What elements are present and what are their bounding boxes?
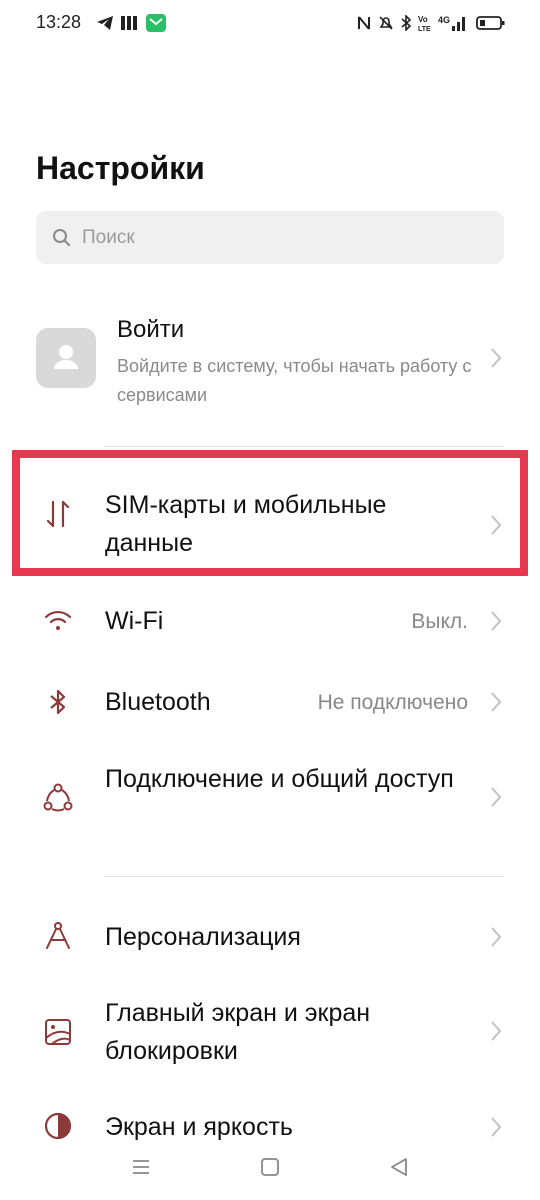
item-label: Wi-Fi [105, 607, 164, 635]
signal-4g-icon: 4G [438, 14, 468, 32]
bluetooth-icon [42, 686, 74, 718]
status-bar: 13:28 Vo LTE 4G [0, 0, 540, 46]
item-label: Главный экран и экран блокировки [105, 999, 371, 1065]
svg-text:Vo: Vo [418, 15, 428, 24]
menu-icon[interactable] [130, 1156, 152, 1178]
display-brightness-icon [42, 1110, 74, 1140]
back-icon[interactable] [388, 1156, 410, 1178]
connection-sharing-icon [42, 782, 74, 814]
section-divider [104, 446, 504, 447]
chevron-right-icon [488, 1020, 504, 1042]
chevron-right-icon [488, 691, 504, 713]
personalization-compass-icon [42, 920, 74, 952]
user-placeholder-icon [54, 345, 78, 369]
battery-icon [476, 14, 506, 32]
home-lock-screen-icon [42, 1016, 74, 1048]
mail-notification-icon [146, 14, 166, 32]
app-notification-icon [120, 14, 138, 32]
search-icon [52, 228, 72, 248]
settings-item-personalization[interactable]: Персонализация [0, 906, 540, 968]
item-label: Экран и яркость [105, 1113, 293, 1140]
settings-item-display-brightness[interactable]: Экран и яркость [0, 1098, 540, 1140]
item-value: Не подключено [317, 691, 468, 714]
chevron-right-icon [488, 1116, 504, 1138]
account-title: Войти [117, 316, 185, 343]
highlight-frame [12, 450, 528, 576]
telegram-icon [96, 14, 114, 32]
search-input[interactable] [82, 225, 482, 251]
settings-item-connection-sharing[interactable]: Подключение и общий доступ [0, 752, 540, 852]
item-label: Персонализация [105, 923, 301, 951]
settings-item-home-lock-screen[interactable]: Главный экран и экран блокировки [0, 986, 540, 1086]
network-type-label: 4G [438, 15, 450, 25]
search-bar[interactable] [36, 211, 504, 264]
home-icon[interactable] [259, 1156, 281, 1178]
account-subtitle: Войдите в систему, чтобы начать работу с… [117, 356, 472, 405]
wifi-icon [42, 606, 74, 638]
bluetooth-status-icon [400, 14, 412, 32]
page-title: Настройки [36, 150, 205, 186]
settings-item-wifi[interactable]: Wi-Fi Выкл. [0, 592, 540, 652]
section-divider [104, 876, 504, 877]
navigation-bar [0, 1140, 540, 1200]
mute-bell-icon [378, 14, 394, 32]
account-sign-in-item[interactable]: Войти Войдите в систему, чтобы начать ра… [0, 300, 540, 430]
status-time: 13:28 [36, 12, 82, 32]
chevron-right-icon [488, 926, 504, 948]
avatar [36, 328, 96, 388]
item-label: Подключение и общий доступ [105, 765, 454, 793]
volte-icon: Vo LTE [418, 14, 434, 32]
chevron-right-icon [488, 347, 504, 369]
chevron-right-icon [488, 786, 504, 808]
nfc-icon [356, 14, 372, 32]
chevron-right-icon [488, 610, 504, 632]
item-value: Выкл. [411, 610, 468, 633]
svg-text:LTE: LTE [418, 26, 431, 32]
settings-item-bluetooth[interactable]: Bluetooth Не подключено [0, 672, 540, 732]
